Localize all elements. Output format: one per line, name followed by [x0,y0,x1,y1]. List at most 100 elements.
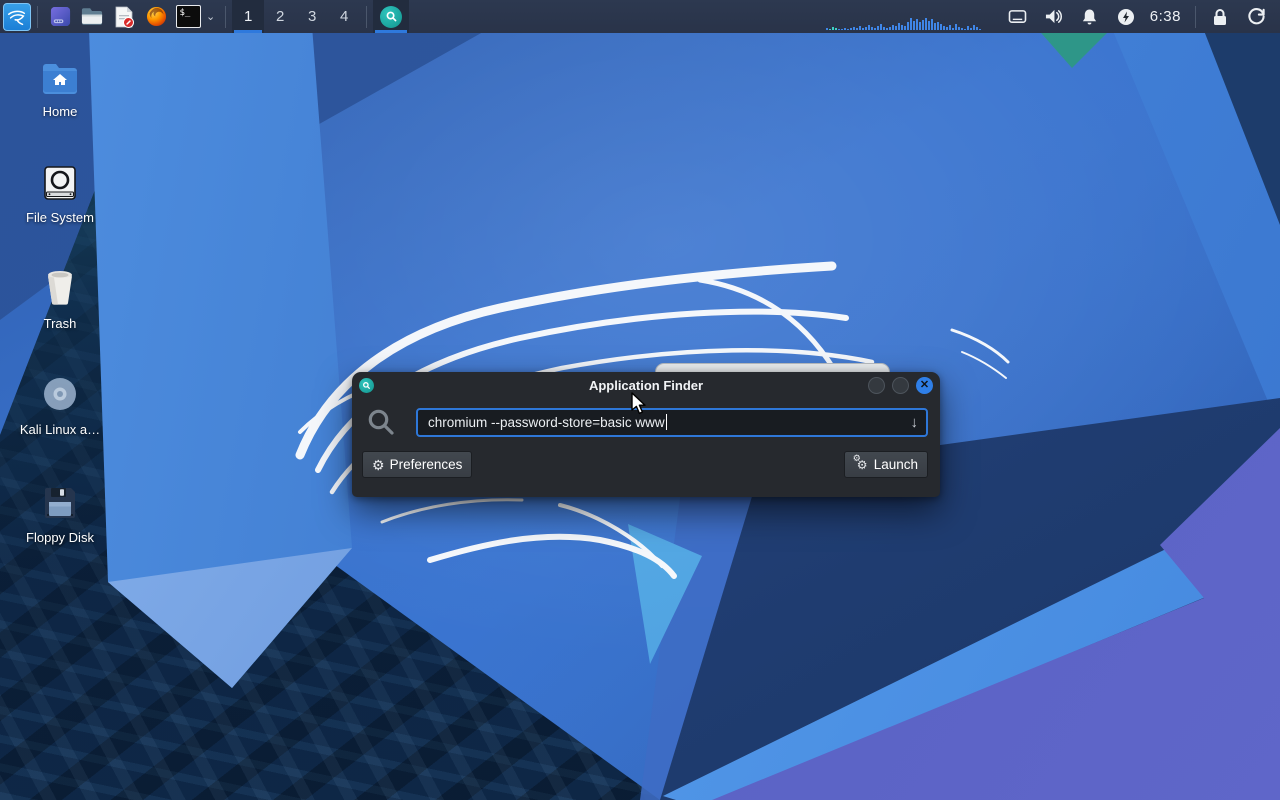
firefox-icon [146,6,166,27]
cpu-bar [852,26,855,30]
appfinder-icon [380,5,403,28]
logout-icon[interactable] [1246,7,1266,27]
cpu-bar [843,27,846,30]
maximize-button[interactable] [892,376,909,394]
launch-button-label: Launch [873,457,918,472]
cpu-bar [888,26,891,30]
desktop-icon-label: Kali Linux a… [19,422,101,437]
power-manager-icon[interactable] [1116,7,1136,27]
cpu-bar [975,26,978,30]
cpu-bar [945,26,948,30]
workspace-switcher-2[interactable]: 2 [264,0,296,33]
application-finder-dialog: Application Finder ✕ chromium --password… [352,372,940,497]
panel-clock[interactable]: 6:38 [1150,8,1181,25]
trash-can-icon [44,268,76,306]
cpu-bar [891,24,894,30]
launcher-desktop-app[interactable] [45,2,75,32]
cpu-bar [858,25,861,30]
launcher-firefox[interactable] [141,2,171,32]
cpu-bar [828,28,831,30]
appfinder-taskbar-button[interactable] [373,0,410,33]
cpu-bar [840,28,843,30]
cpu-bar [921,19,924,30]
cpu-bar [969,27,972,30]
lock-screen-icon[interactable] [1210,7,1230,27]
workspace-switcher-1[interactable]: 1 [232,0,265,33]
search-icon [368,409,394,435]
cpu-bar [825,27,828,30]
cpu-graph[interactable] [825,4,986,30]
desktop-icon-filesystem[interactable]: File System [8,162,112,225]
harddrive-icon [42,162,78,200]
command-entry[interactable]: chromium --password-store=basic www ↓ [416,407,928,437]
cpu-bar [834,27,837,30]
mouse-cursor [631,392,646,415]
cpu-bar [951,27,954,30]
notifications-bell-icon[interactable] [1080,7,1100,27]
cpu-bar [873,27,876,30]
cpu-bar [948,24,951,30]
text-caret [665,414,668,430]
cpu-bar [939,23,942,30]
cpu-bar [831,26,834,30]
applications-menu-button[interactable] [3,2,31,31]
cpu-bar [966,25,969,30]
network-tray-icon[interactable] [1008,7,1028,27]
gear-icon: ⚙ [372,456,385,473]
terminal-icon: $_ [175,5,201,28]
disc-icon [42,374,78,412]
panel-left-cluster: $_ ⌄ 1 2 3 4 [0,0,410,33]
cpu-bar [942,25,945,30]
cpu-bar [837,28,840,30]
preferences-button-label: Preferences [389,457,463,472]
top-panel: $_ ⌄ 1 2 3 4 6:38 [0,0,1280,33]
desktop-icon-home[interactable]: Home [8,56,112,119]
cpu-bar [870,26,873,30]
workspace-switcher-4[interactable]: 4 [328,0,360,33]
cpu-bar [924,17,927,30]
launcher-text-editor[interactable] [109,2,139,32]
cpu-bar [972,24,975,30]
cpu-bar [909,17,912,30]
cpu-bar [894,25,897,30]
panel-separator [1195,5,1196,28]
cpu-bar [960,27,963,30]
launcher-file-manager[interactable] [77,2,107,32]
floppy-disk-icon [43,482,77,520]
cpu-bar [930,18,933,30]
launch-gears-icon: ⚙ ⚙ [852,453,868,472]
panel-right-cluster: 6:38 [825,0,1280,33]
volume-tray-icon[interactable] [1044,7,1064,27]
panel-separator [37,5,38,28]
launcher-terminal[interactable]: $_ [173,2,203,32]
launch-button[interactable]: ⚙ ⚙ Launch [843,451,928,478]
cpu-bar [876,25,879,30]
close-button[interactable]: ✕ [916,376,933,394]
preferences-button[interactable]: ⚙ Preferences [362,451,473,478]
cpu-bar [849,27,852,30]
cpu-bar [882,26,885,30]
dialog-button-row: ⚙ Preferences ⚙ ⚙ Launch [352,437,940,478]
desktop-icon-floppy[interactable]: Floppy Disk [8,482,112,545]
cpu-bar [954,23,957,30]
cpu-bar [846,28,849,30]
desktop-icon-kali-volume[interactable]: Kali Linux a… [8,374,112,437]
minimize-button[interactable] [868,376,885,394]
cpu-bar [963,28,966,30]
window-app-icon [50,6,70,27]
cpu-bar [912,20,915,30]
cpu-bar [936,21,939,30]
cpu-bar [861,27,864,30]
cpu-bar [933,22,936,30]
workspace-switcher-3[interactable]: 3 [296,0,328,33]
cpu-bar [879,23,882,30]
cpu-bar [885,27,888,30]
panel-separator [366,5,368,28]
cpu-bar [855,27,858,30]
cpu-bar [900,24,903,30]
cpu-bar [978,28,981,30]
desktop-icon-trash[interactable]: Trash [8,268,112,331]
cpu-bar [918,21,921,30]
entry-dropdown-arrow-icon[interactable]: ↓ [911,414,919,431]
terminal-dropdown-chevron-icon[interactable]: ⌄ [206,10,215,23]
